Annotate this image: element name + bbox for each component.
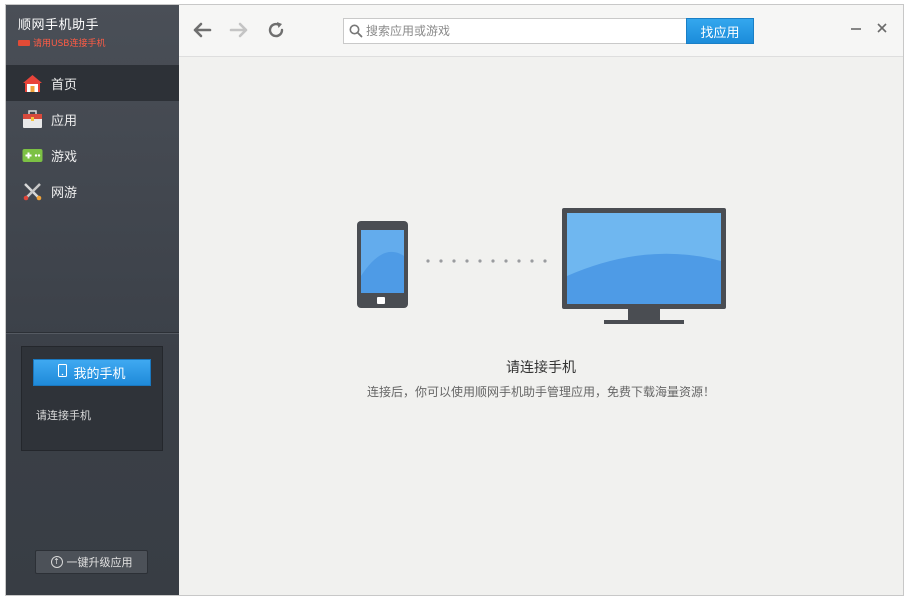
app-bag-icon	[22, 109, 43, 130]
gamepad-icon	[22, 145, 43, 166]
refresh-icon	[268, 22, 284, 38]
sidebar-divider	[6, 332, 179, 334]
search-icon	[349, 24, 363, 38]
search-button[interactable]: 找应用	[686, 18, 754, 44]
my-phone-button[interactable]: 我的手机	[33, 359, 151, 386]
phone-to-pc-illustration	[357, 208, 726, 324]
monitor-graphic-icon	[562, 208, 726, 324]
connect-title: 请连接手机	[506, 360, 576, 376]
app-window: 顺网手机助手 请用USB连接手机 首页 应用 游戏 网游 我的手机 请连接手机 …	[5, 4, 904, 596]
close-icon	[877, 23, 887, 33]
upgrade-all-button[interactable]: ↑ 一键升级应用	[35, 550, 148, 574]
sidebar-item-label: 首页	[51, 77, 78, 93]
connection-dots-icon	[426, 259, 547, 263]
connect-description: 连接后，你可以使用顺网手机助手管理应用，免费下载海量资源！	[366, 385, 715, 399]
upgrade-label: 一键升级应用	[66, 556, 133, 569]
sidebar-item-label: 游戏	[51, 149, 78, 165]
sidebar-nav: 首页 应用 游戏 网游	[6, 65, 179, 209]
upload-arrow-icon: ↑	[50, 556, 63, 568]
minimize-button[interactable]	[848, 20, 864, 36]
back-button[interactable]	[191, 19, 213, 41]
back-arrow-icon	[193, 22, 212, 38]
my-phone-panel: 我的手机 请连接手机	[21, 346, 163, 451]
crossed-swords-icon	[22, 181, 43, 202]
sidebar-item-home[interactable]: 首页	[6, 65, 179, 101]
sidebar-item-online-games[interactable]: 网游	[6, 173, 179, 209]
app-title: 顺网手机助手	[18, 18, 100, 33]
home-icon	[22, 73, 43, 94]
search-input[interactable]	[366, 19, 684, 43]
phone-graphic-icon	[357, 221, 408, 308]
close-button[interactable]	[874, 20, 890, 36]
forward-button[interactable]	[228, 19, 250, 41]
forward-arrow-icon	[229, 22, 248, 38]
search-box	[343, 18, 687, 44]
phone-status-text: 请连接手机	[36, 409, 91, 422]
sidebar-item-apps[interactable]: 应用	[6, 101, 179, 137]
refresh-button[interactable]	[265, 19, 287, 41]
usb-hint-text: 请用USB连接手机	[33, 39, 106, 49]
sidebar: 顺网手机助手 请用USB连接手机 首页 应用 游戏 网游 我的手机 请连接手机 …	[6, 5, 179, 595]
main-content: 请连接手机 连接后，你可以使用顺网手机助手管理应用，免费下载海量资源！	[179, 57, 903, 595]
minimize-icon	[851, 28, 861, 30]
sidebar-item-games[interactable]: 游戏	[6, 137, 179, 173]
toolbar: 找应用	[179, 5, 903, 57]
usb-icon	[18, 39, 30, 46]
my-phone-label: 我的手机	[73, 367, 126, 382]
phone-icon	[58, 364, 68, 381]
sidebar-item-label: 网游	[51, 185, 78, 201]
brand: 顺网手机助手 请用USB连接手机	[18, 14, 105, 49]
sidebar-item-label: 应用	[51, 113, 78, 129]
usb-hint: 请用USB连接手机	[18, 36, 105, 49]
